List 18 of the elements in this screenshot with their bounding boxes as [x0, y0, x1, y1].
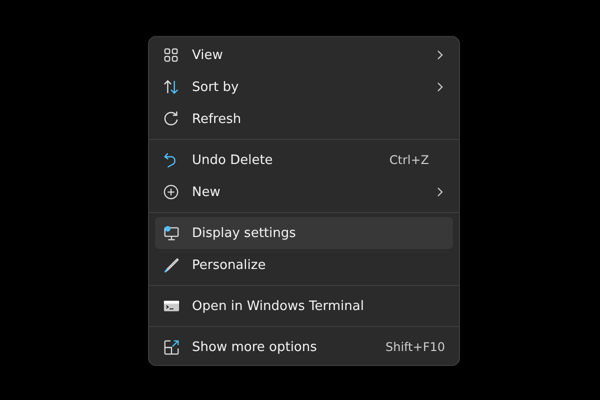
menu-item[interactable]: Sort by — [155, 71, 453, 103]
plus-circle-icon — [163, 184, 180, 200]
open-external-icon — [163, 338, 180, 356]
menu-item[interactable]: Open in Windows Terminal — [155, 290, 453, 322]
menu-item[interactable]: Show more options Shift+F10 — [155, 331, 453, 363]
menu-item[interactable]: Refresh — [155, 103, 453, 135]
shortcut-text: Shift+F10 — [385, 340, 445, 354]
menu-item[interactable]: View — [155, 39, 453, 71]
menu-item[interactable]: Undo Delete Ctrl+Z — [155, 144, 453, 176]
monitor-icon — [163, 224, 180, 242]
refresh-icon — [163, 110, 180, 128]
menu-item[interactable]: Personalize — [155, 249, 453, 281]
grid-icon — [163, 46, 180, 64]
sort-arrows-icon — [163, 78, 180, 96]
menu-item[interactable]: New — [155, 176, 453, 208]
menu-item[interactable]: Display settings — [155, 217, 453, 249]
brush-icon — [163, 256, 180, 274]
shortcut-text: Ctrl+Z — [389, 153, 429, 167]
